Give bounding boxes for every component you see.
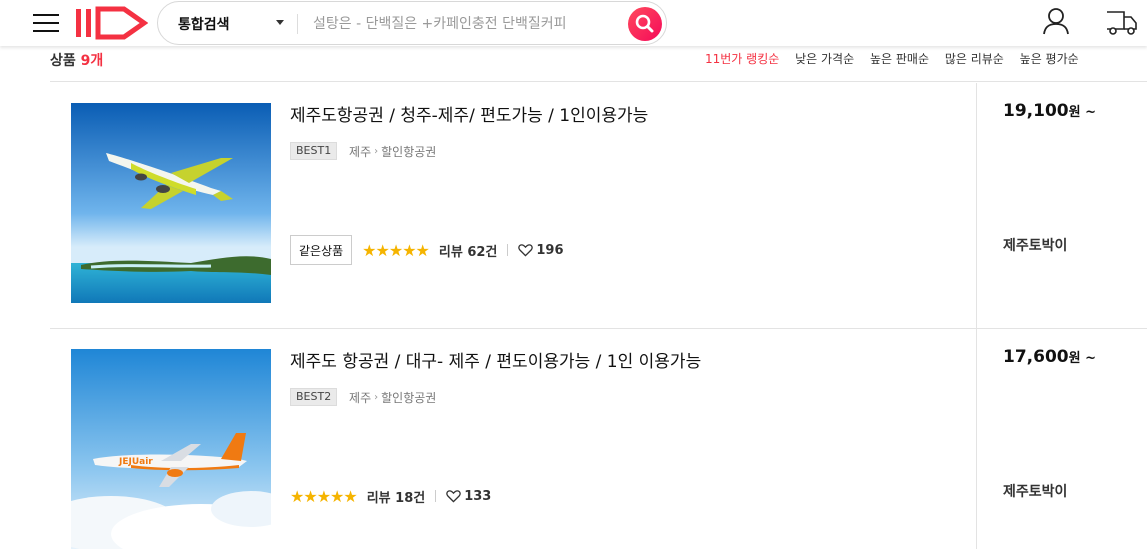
category-link[interactable]: 할인항공권	[381, 143, 436, 160]
sort-options: 11번가 랭킹순 낮은 가격순 높은 판매순 많은 리뷰순 높은 평가순	[705, 50, 1091, 67]
like-count: 133	[464, 488, 492, 504]
delivery-truck-icon[interactable]	[1104, 8, 1140, 36]
price-column: 19,100원 ~ 제주토박이	[976, 83, 1147, 328]
category-link[interactable]: 할인항공권	[381, 389, 436, 406]
review-count[interactable]: 리뷰 62건	[439, 241, 498, 260]
top-header: 통합검색	[0, 0, 1147, 46]
price: 17,600원 ~	[1003, 347, 1096, 367]
sort-option-sales[interactable]: 높은 판매순	[870, 52, 929, 66]
chevron-right-icon: ›	[374, 145, 379, 157]
seller-name[interactable]: 제주토박이	[1003, 481, 1067, 501]
sort-option-ranking[interactable]: 11번가 랭킹순	[705, 52, 779, 66]
product-item[interactable]: JEJUair 제주도 항공권 / 대구- 제주 / 편도이용가능 / 1인 이…	[50, 329, 1147, 549]
divider	[435, 490, 437, 502]
search-category-select[interactable]: 통합검색	[178, 14, 230, 34]
seller-name[interactable]: 제주토박이	[1003, 235, 1067, 255]
category-link[interactable]: 제주	[349, 389, 371, 406]
best-badge: BEST2	[290, 388, 338, 406]
divider	[297, 14, 298, 34]
like-count: 196	[536, 242, 564, 258]
price: 19,100원 ~	[1003, 101, 1096, 121]
result-count: 상품 9개	[50, 53, 104, 69]
svg-text:JEJUair: JEJUair	[118, 457, 153, 467]
product-image[interactable]	[71, 103, 271, 303]
search-input[interactable]	[313, 12, 623, 36]
user-icon[interactable]	[1041, 6, 1071, 36]
review-count[interactable]: 리뷰 18건	[367, 487, 426, 506]
product-info-row: 같은상품 ★★★★★ 리뷰 62건 196	[290, 235, 564, 265]
rating-stars: ★★★★★	[290, 486, 358, 506]
search-bar: 통합검색	[157, 1, 667, 45]
product-info-row: ★★★★★ 리뷰 18건 133	[290, 481, 491, 511]
search-icon	[635, 14, 654, 33]
price-column: 17,600원 ~ 제주토박이	[976, 329, 1147, 549]
sort-bar: 상품 9개 11번가 랭킹순 낮은 가격순 높은 판매순 많은 리뷰순 높은 평…	[50, 46, 1147, 82]
caret-down-icon[interactable]	[276, 20, 284, 25]
heart-icon[interactable]	[446, 489, 461, 503]
best-badge: BEST1	[290, 142, 338, 160]
product-title[interactable]: 제주도항공권 / 청주-제주/ 편도가능 / 1인이용가능	[290, 101, 648, 126]
product-item[interactable]: 제주도항공권 / 청주-제주/ 편도가능 / 1인이용가능 BEST1 제주 › 할…	[50, 83, 1147, 329]
product-meta: BEST1 제주 › 할인항공권	[290, 142, 436, 162]
logo[interactable]	[74, 6, 148, 40]
sort-option-reviews[interactable]: 많은 리뷰순	[945, 52, 1004, 66]
product-image[interactable]: JEJUair	[71, 349, 271, 549]
product-title[interactable]: 제주도 항공권 / 대구- 제주 / 편도이용가능 / 1인 이용가능	[290, 347, 701, 372]
rating-stars: ★★★★★	[362, 240, 430, 260]
same-product-button[interactable]: 같은상품	[290, 235, 353, 265]
heart-icon[interactable]	[518, 243, 534, 257]
search-button[interactable]	[628, 7, 662, 41]
menu-icon[interactable]	[33, 12, 59, 34]
sort-option-low-price[interactable]: 낮은 가격순	[795, 52, 854, 66]
product-meta: BEST2 제주 › 할인항공권	[290, 388, 436, 408]
sort-option-rating[interactable]: 높은 평가순	[1020, 52, 1079, 66]
divider	[507, 244, 509, 256]
category-link[interactable]: 제주	[349, 143, 371, 160]
chevron-right-icon: ›	[374, 391, 379, 403]
